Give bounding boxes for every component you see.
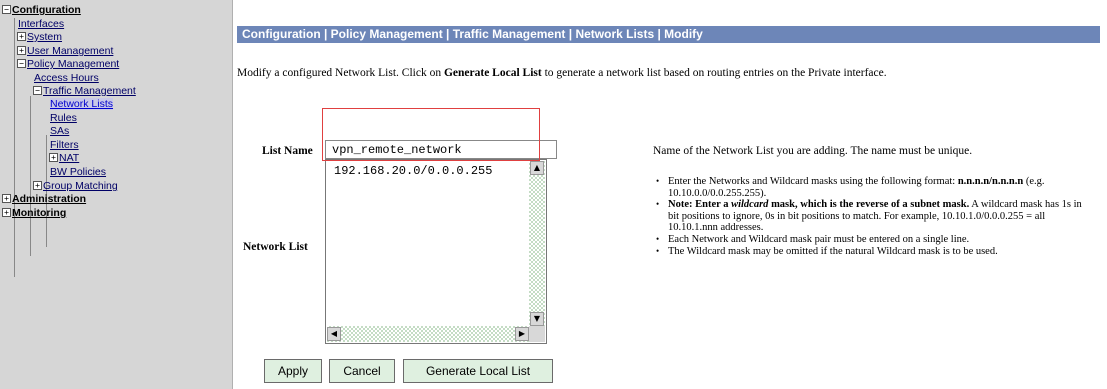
help-text: Enter the Networks and Wildcard masks us… xyxy=(668,176,956,187)
help-note-wildcard: wildcard xyxy=(731,199,769,211)
horizontal-scrollbar[interactable]: ◀ ▶ xyxy=(327,326,529,342)
scroll-right-icon[interactable]: ▶ xyxy=(515,327,529,341)
intro-generate-link-text: Generate Local List xyxy=(443,67,542,79)
tree-label[interactable]: User Management xyxy=(27,45,113,57)
tree-item-policy-management[interactable]: − Policy Management xyxy=(17,58,119,71)
network-list-text[interactable]: 192.168.20.0/0.0.0.255 xyxy=(328,162,528,325)
help-item-wildcard-note: Note: Enter a wildcard mask, which is th… xyxy=(654,199,1094,234)
tree-label[interactable]: Access Hours xyxy=(34,72,99,84)
tree-item-network-lists[interactable]: Network Lists xyxy=(50,98,114,111)
tree-item-sas[interactable]: SAs xyxy=(50,125,69,138)
navigation-tree: − Configuration Interfaces + System + User … xyxy=(0,0,233,389)
tree-item-rules[interactable]: Rules xyxy=(50,112,77,125)
help-text: The Wildcard mask may be omitted if the … xyxy=(668,245,998,257)
network-list-help: Enter the Networks and Wildcard masks us… xyxy=(654,176,1094,257)
collapse-icon[interactable]: − xyxy=(2,5,11,14)
help-note: mask, which is the reverse of a subnet m… xyxy=(768,199,970,211)
tree-label[interactable]: NAT xyxy=(59,152,79,164)
tree-item-group-matching[interactable]: + Group Matching xyxy=(33,180,118,193)
collapse-icon[interactable]: − xyxy=(33,86,42,95)
scrollbar-corner xyxy=(529,326,545,342)
scroll-down-icon[interactable]: ▼ xyxy=(530,312,544,326)
expand-icon[interactable]: + xyxy=(2,208,11,217)
tree-item-nat[interactable]: + NAT xyxy=(49,152,79,165)
help-format-pattern: n.n.n.n/n.n.n.n xyxy=(957,176,1024,187)
intro-text: Modify a configured Network List. Click … xyxy=(237,67,444,79)
page-description: Modify a configured Network List. Click … xyxy=(237,67,887,79)
expand-icon[interactable]: + xyxy=(33,181,42,190)
collapse-icon[interactable]: − xyxy=(17,59,26,68)
help-item-single-line: Each Network and Wildcard mask pair must… xyxy=(654,234,1094,246)
help-note: Note: Enter a xyxy=(668,199,732,211)
expand-icon[interactable]: + xyxy=(17,46,26,55)
intro-text: to generate a network list based on rout… xyxy=(541,67,887,79)
apply-button[interactable]: Apply xyxy=(264,359,322,383)
list-name-help: Name of the Network List you are adding.… xyxy=(653,145,973,157)
tree-item-user-management[interactable]: + User Management xyxy=(17,45,113,58)
tree-item-access-hours[interactable]: Access Hours xyxy=(34,72,99,85)
tree-label[interactable]: SAs xyxy=(50,125,69,137)
tree-label[interactable]: Policy Management xyxy=(27,58,119,70)
tree-item-traffic-management[interactable]: − Traffic Management xyxy=(33,85,136,98)
tree-item-filters[interactable]: Filters xyxy=(50,139,79,152)
list-name-label: List Name xyxy=(262,145,313,157)
tree-item-configuration[interactable]: − Configuration xyxy=(2,4,81,17)
tree-connector xyxy=(30,96,31,256)
network-list-label: Network List xyxy=(243,241,308,253)
tree-label[interactable]: Filters xyxy=(50,139,79,151)
help-item-format: Enter the Networks and Wildcard masks us… xyxy=(654,176,1094,199)
tree-item-system[interactable]: + System xyxy=(17,31,62,44)
expand-icon[interactable]: + xyxy=(49,153,58,162)
tree-item-monitoring[interactable]: + Monitoring xyxy=(2,207,66,220)
vertical-scrollbar[interactable]: ▲ ▼ xyxy=(529,161,545,326)
tree-item-interfaces[interactable]: Interfaces xyxy=(18,18,64,31)
generate-local-list-button[interactable]: Generate Local List xyxy=(403,359,553,383)
tree-label[interactable]: Monitoring xyxy=(12,207,66,219)
network-list-textarea[interactable]: 192.168.20.0/0.0.0.255 ▲ ▼ ◀ ▶ xyxy=(325,159,547,344)
expand-icon[interactable]: + xyxy=(17,32,26,41)
scroll-up-icon[interactable]: ▲ xyxy=(530,161,544,175)
expand-icon[interactable]: + xyxy=(2,194,11,203)
tree-connector xyxy=(14,18,15,277)
scroll-left-icon[interactable]: ◀ xyxy=(327,327,341,341)
tree-label[interactable]: Configuration xyxy=(12,4,81,16)
tree-item-bw-policies[interactable]: BW Policies xyxy=(50,166,106,179)
tree-label[interactable]: Group Matching xyxy=(43,180,118,192)
tree-label[interactable]: Administration xyxy=(12,193,86,205)
tree-label[interactable]: Traffic Management xyxy=(43,85,136,97)
tree-label[interactable]: Interfaces xyxy=(18,18,64,30)
cancel-button[interactable]: Cancel xyxy=(329,359,395,383)
list-name-input[interactable] xyxy=(325,140,557,159)
tree-label[interactable]: Rules xyxy=(50,112,77,124)
tree-label[interactable]: BW Policies xyxy=(50,166,106,178)
tree-item-administration[interactable]: + Administration xyxy=(2,193,86,206)
page-title-breadcrumb: Configuration | Policy Management | Traf… xyxy=(237,26,1100,43)
tree-label[interactable]: System xyxy=(27,31,62,43)
tree-label[interactable]: Network Lists xyxy=(50,98,114,110)
help-text: Each Network and Wildcard mask pair must… xyxy=(668,233,970,245)
help-item-omit-mask: The Wildcard mask may be omitted if the … xyxy=(654,246,1094,258)
